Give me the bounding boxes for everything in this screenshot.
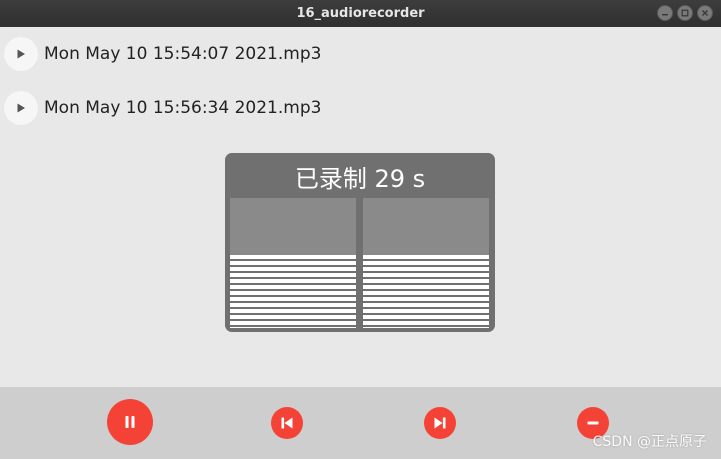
window-controls <box>657 5 713 21</box>
csdn-watermark: CSDN @正点原子 <box>592 434 707 450</box>
recording-item[interactable]: Mon May 10 15:54:07 2021.mp3 <box>0 28 721 80</box>
pause-icon <box>125 416 135 428</box>
recording-status-panel: 已录制 29 s <box>225 153 495 332</box>
play-button[interactable] <box>4 91 38 125</box>
maximize-button[interactable] <box>677 5 693 21</box>
next-icon <box>434 417 446 429</box>
level-meter-left <box>230 198 356 328</box>
minimize-button[interactable] <box>657 5 673 21</box>
window-title: 16_audiorecorder <box>296 6 425 21</box>
previous-icon <box>281 417 293 429</box>
meter-level-bars <box>230 255 356 328</box>
close-button[interactable] <box>697 5 713 21</box>
app-window: 16_audiorecorder Mon May 10 15:54:07 202… <box>0 0 721 459</box>
meter-inactive-zone <box>363 198 489 255</box>
recording-list-area: Mon May 10 15:54:07 2021.mp3 Mon May 10 … <box>0 27 721 387</box>
pause-button[interactable] <box>107 399 153 445</box>
remove-icon <box>587 421 599 425</box>
recording-file-name: Mon May 10 15:54:07 2021.mp3 <box>44 44 322 64</box>
recording-item[interactable]: Mon May 10 15:56:34 2021.mp3 <box>0 82 721 134</box>
previous-button[interactable] <box>271 407 303 439</box>
play-button[interactable] <box>4 37 38 71</box>
minimize-icon <box>662 14 668 16</box>
maximize-icon <box>681 9 689 17</box>
recording-file-name: Mon May 10 15:56:34 2021.mp3 <box>44 98 322 118</box>
close-icon <box>702 10 708 16</box>
play-icon <box>17 103 25 113</box>
control-bar: CSDN @正点原子 <box>0 387 721 459</box>
title-bar[interactable]: 16_audiorecorder <box>0 0 721 27</box>
level-meter-right <box>363 198 489 328</box>
play-icon <box>17 49 25 59</box>
next-button[interactable] <box>424 407 456 439</box>
recording-duration-label: 已录制 29 s <box>294 165 426 193</box>
meter-level-bars <box>363 255 489 328</box>
meter-inactive-zone <box>230 198 356 255</box>
